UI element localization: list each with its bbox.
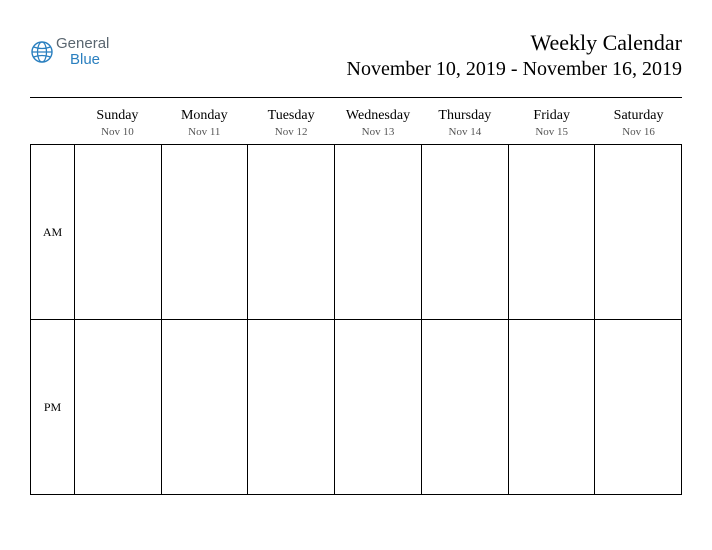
day-name: Friday xyxy=(508,108,595,124)
day-header: Sunday Nov 10 xyxy=(74,108,161,138)
day-header: Wednesday Nov 13 xyxy=(335,108,422,138)
day-date: Nov 10 xyxy=(74,126,161,138)
day-date: Nov 11 xyxy=(161,126,248,138)
calendar-cell xyxy=(334,145,421,320)
day-header: Tuesday Nov 12 xyxy=(248,108,335,138)
day-name: Monday xyxy=(161,108,248,124)
day-date: Nov 14 xyxy=(421,126,508,138)
calendar-cell xyxy=(247,145,334,320)
period-pm: PM xyxy=(30,320,74,495)
calendar-cell xyxy=(594,320,681,495)
day-header: Saturday Nov 16 xyxy=(595,108,682,138)
logo-text: General Blue xyxy=(56,36,109,68)
day-name: Tuesday xyxy=(248,108,335,124)
calendar-cell xyxy=(421,145,508,320)
title-block: Weekly Calendar November 10, 2019 - Nove… xyxy=(347,30,683,81)
day-name: Wednesday xyxy=(335,108,422,124)
calendar-cell xyxy=(594,145,681,320)
day-header: Thursday Nov 14 xyxy=(421,108,508,138)
day-header-spacer xyxy=(30,108,74,138)
calendar-cell xyxy=(334,320,421,495)
calendar-cell xyxy=(161,320,248,495)
calendar-cell xyxy=(508,320,595,495)
calendar-grid: AM PM xyxy=(30,144,682,495)
globe-icon xyxy=(30,40,54,64)
calendar-cell xyxy=(161,145,248,320)
calendar-cell xyxy=(421,320,508,495)
day-date: Nov 13 xyxy=(335,126,422,138)
header: General Blue Weekly Calendar November 10… xyxy=(30,30,682,98)
date-range: November 10, 2019 - November 16, 2019 xyxy=(347,58,683,81)
day-headers: Sunday Nov 10 Monday Nov 11 Tuesday Nov … xyxy=(30,108,682,138)
logo: General Blue xyxy=(30,30,109,68)
day-name: Thursday xyxy=(421,108,508,124)
day-name: Saturday xyxy=(595,108,682,124)
calendar-cell xyxy=(74,320,161,495)
day-name: Sunday xyxy=(74,108,161,124)
calendar: Sunday Nov 10 Monday Nov 11 Tuesday Nov … xyxy=(30,108,682,495)
day-date: Nov 12 xyxy=(248,126,335,138)
day-header: Friday Nov 15 xyxy=(508,108,595,138)
logo-line1: General xyxy=(56,36,109,52)
page-title: Weekly Calendar xyxy=(347,30,683,56)
period-am: AM xyxy=(30,145,74,320)
day-date: Nov 16 xyxy=(595,126,682,138)
day-header: Monday Nov 11 xyxy=(161,108,248,138)
calendar-cell xyxy=(508,145,595,320)
calendar-cell xyxy=(74,145,161,320)
calendar-cell xyxy=(247,320,334,495)
logo-line2: Blue xyxy=(56,52,109,68)
day-date: Nov 15 xyxy=(508,126,595,138)
